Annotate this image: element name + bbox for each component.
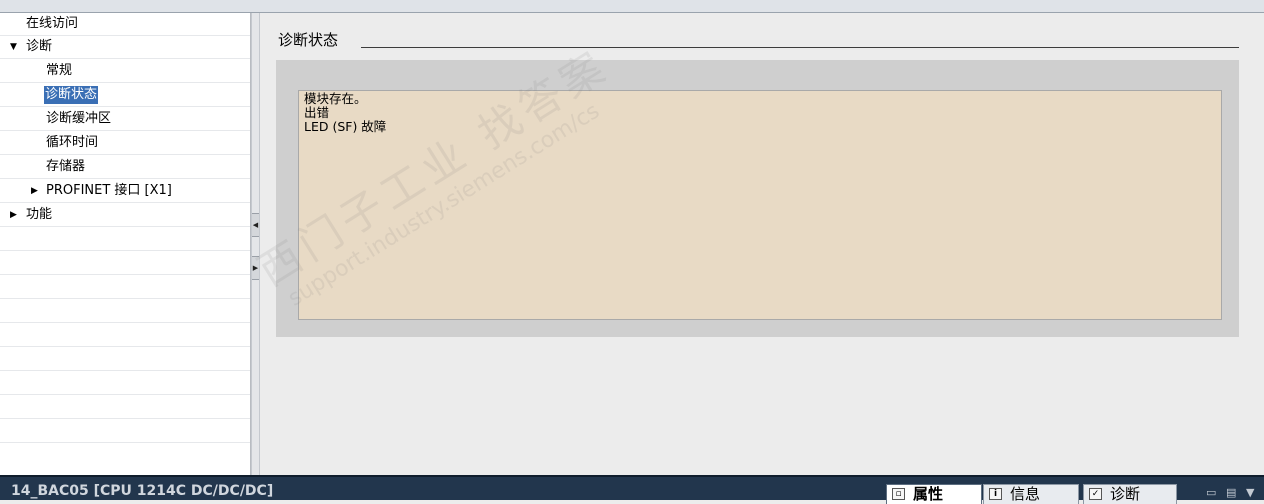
restore-window-icon[interactable]: ▭ [1206,486,1216,500]
nav-item-label: 常规 [46,63,73,78]
nav-empty-row [0,348,250,371]
section-title-rule [361,47,1239,48]
nav-item-label: 诊断缓冲区 [46,111,112,126]
layout-icon[interactable]: ▤ [1226,486,1236,500]
nav-item-label: 循环时间 [46,135,99,150]
properties-content: 诊断状态 模块存在。 出错 LED (SF) 故障 [261,13,1264,475]
nav-item-diagnostic-status[interactable]: 诊断状态 [0,84,250,107]
inspector-status-bar: 14_BAC05 [CPU 1214C DC/DC/DC] ▫ 属性 i 信息 … [0,475,1264,504]
top-toolbar-strip [0,0,1264,13]
tab-label: 诊断 [1110,485,1141,503]
nav-item-label: 在线访问 [26,16,79,31]
status-line: 出错 [304,105,330,120]
nav-item-diagnostic-buffer[interactable]: 诊断缓冲区 [0,108,250,131]
nav-empty-row [0,228,250,251]
nav-item-label: 诊断 [26,39,53,54]
nav-item-profinet-interface[interactable]: ▶ PROFINET 接口 [X1] [0,180,250,203]
status-line: LED (SF) 故障 [304,119,387,134]
nav-empty-row [0,372,250,395]
nav-item-label: 存储器 [46,159,86,174]
nav-empty-row [0,396,250,419]
tab-properties[interactable]: ▫ 属性 [886,484,982,504]
nav-item-online-access[interactable]: 在线访问 [0,13,250,36]
tab-label: 属性 [913,485,944,503]
chevron-down-icon[interactable]: ▼ [1246,486,1254,500]
collapse-left-icon[interactable]: ◀ [252,213,259,237]
nav-empty-row [0,276,250,299]
navigation-tree: 在线访问 ▼ 诊断 常规 诊断状态 诊断缓冲区 循环时间 存储器 ▶ PROFI… [0,13,251,475]
properties-icon: ▫ [892,488,905,500]
nav-empty-row [0,300,250,323]
status-line: 模块存在。 [304,91,367,106]
nav-empty-row [0,324,250,347]
diagnostics-icon: ✓ [1089,488,1102,500]
info-icon: i [989,488,1002,500]
nav-item-general[interactable]: 常规 [0,60,250,83]
nav-item-diagnostics[interactable]: ▼ 诊断 [0,36,250,59]
section-title: 诊断状态 [278,30,345,50]
expand-arrow-icon[interactable]: ▼ [10,40,17,54]
tab-diagnostics[interactable]: ✓ 诊断 [1083,484,1177,504]
nav-empty-row [0,252,250,275]
nav-item-label: 诊断状态 [44,86,99,104]
tab-info[interactable]: i 信息 [983,484,1079,504]
nav-item-cycle-time[interactable]: 循环时间 [0,132,250,155]
expand-arrow-icon[interactable]: ▶ [10,208,17,222]
nav-item-memory[interactable]: 存储器 [0,156,250,179]
expand-arrow-icon[interactable]: ▶ [31,184,38,198]
nav-empty-row [0,420,250,443]
tab-label: 信息 [1010,485,1041,503]
nav-item-functions[interactable]: ▶ 功能 [0,204,250,227]
panel-splitter[interactable]: ◀ ▶ [251,13,260,475]
nav-item-label: 功能 [26,207,53,222]
device-name: 14_BAC05 [CPU 1214C DC/DC/DC] [11,483,274,499]
nav-item-label: PROFINET 接口 [X1] [46,183,172,198]
